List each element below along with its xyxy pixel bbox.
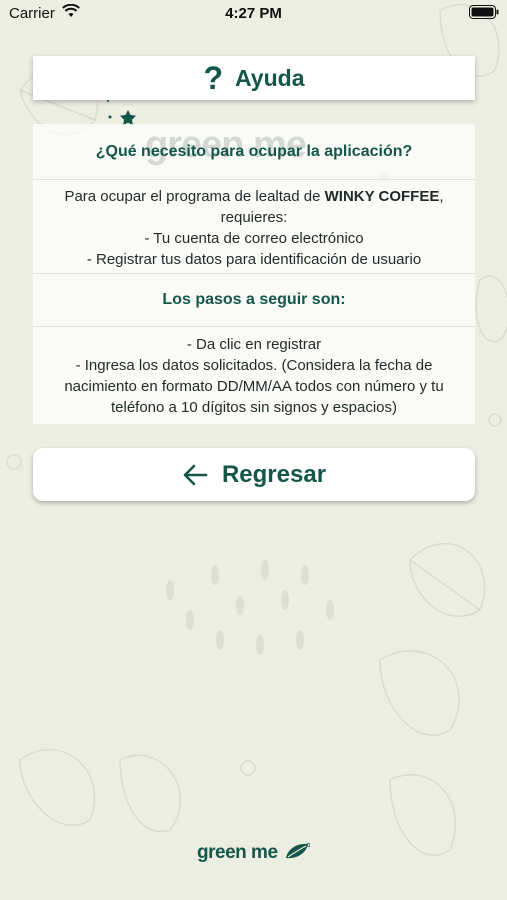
regresar-button[interactable]: Regresar xyxy=(33,448,475,501)
step-item: - Da clic en registrar xyxy=(186,336,322,353)
question-heading: ¿Qué necesito para ocupar la aplicación? xyxy=(95,142,413,160)
header-card: ? Ayuda xyxy=(33,56,475,100)
requirements-description: Para ocupar el programa de lealtad de WI… xyxy=(33,186,475,270)
question-row: ¿Qué necesito para ocupar la aplicación? xyxy=(33,124,475,180)
status-bar: Carrier 4:27 PM xyxy=(0,0,507,28)
step-item: - Ingresa los datos solicitados. (Consid… xyxy=(64,357,444,416)
page-title: Ayuda xyxy=(235,64,305,91)
steps-list: - Da clic en registrar - Ingresa los dat… xyxy=(43,334,465,418)
requirement-item: - Registrar tus datos para identificació… xyxy=(86,251,422,268)
leaf-icon xyxy=(284,842,311,865)
regresar-label: Regresar xyxy=(221,460,327,488)
steps-row: - Da clic en registrar - Ingresa los dat… xyxy=(33,327,475,424)
description-prefix: Para ocupar el programa de lealtad de xyxy=(64,188,325,205)
requirements-row: Para ocupar el programa de lealtad de WI… xyxy=(33,180,475,274)
steps-heading: Los pasos a seguir son: xyxy=(162,291,346,308)
brand-name: WINKY COFFEE xyxy=(324,188,440,205)
logo-text: green me xyxy=(197,842,278,863)
help-info-panel: green me ¿Qué necesito para ocupar la ap… xyxy=(33,124,475,424)
arrow-left-icon xyxy=(182,464,208,486)
question-icon: ? xyxy=(203,60,224,96)
footer-logo: green me xyxy=(0,842,507,865)
battery-icon xyxy=(469,5,499,23)
requirement-item: - Tu cuenta de correo electrónico xyxy=(144,230,364,247)
steps-title-row: Los pasos a seguir son: xyxy=(33,274,475,327)
status-time: 4:27 PM xyxy=(225,5,282,22)
